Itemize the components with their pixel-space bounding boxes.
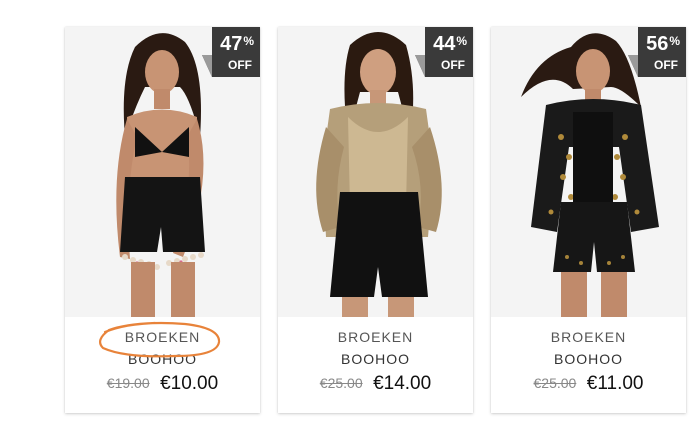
- price-row: €25.00 €14.00: [278, 372, 473, 396]
- product-image[interactable]: 44% OFF: [278, 27, 473, 317]
- price-row: €25.00 €11.00: [491, 372, 686, 396]
- product-category[interactable]: BROEKEN: [491, 329, 686, 345]
- old-price: €25.00: [533, 375, 577, 391]
- product-info: BROEKEN BOOHOO €25.00 €14.00: [278, 317, 473, 396]
- discount-percent: 47%: [220, 33, 254, 55]
- product-category[interactable]: BROEKEN: [65, 329, 260, 345]
- old-price: €19.00: [106, 375, 150, 391]
- new-price: €10.00: [160, 373, 219, 394]
- product-image[interactable]: 47% OFF: [65, 27, 260, 317]
- product-card[interactable]: 44% OFF BROEKEN BOOHOO €25.00 €14.00: [278, 27, 473, 413]
- product-image[interactable]: 56% OFF: [491, 27, 686, 317]
- product-card[interactable]: 56% OFF BROEKEN BOOHOO €25.00 €11.00: [491, 27, 686, 413]
- discount-off-label: OFF: [228, 58, 252, 72]
- new-price: €11.00: [586, 373, 644, 394]
- discount-badge: 47% OFF: [202, 27, 260, 77]
- old-price: €25.00: [319, 375, 363, 391]
- price-row: €19.00 €10.00: [65, 372, 260, 396]
- product-card[interactable]: 47% OFF BROEKEN BOOHOO €19.00 €10.00: [65, 27, 260, 413]
- product-category[interactable]: BROEKEN: [278, 329, 473, 345]
- discount-off-label: OFF: [441, 58, 465, 72]
- discount-badge: 44% OFF: [415, 27, 473, 77]
- discount-percent: 56%: [646, 33, 680, 55]
- new-price: €14.00: [373, 373, 432, 394]
- product-info: BROEKEN BOOHOO €19.00 €10.00: [65, 317, 260, 396]
- discount-percent: 44%: [433, 33, 467, 55]
- discount-badge: 56% OFF: [628, 27, 686, 77]
- product-brand[interactable]: BOOHOO: [278, 351, 473, 367]
- product-brand[interactable]: BOOHOO: [491, 351, 686, 367]
- product-brand[interactable]: BOOHOO: [65, 351, 260, 367]
- discount-off-label: OFF: [654, 58, 678, 72]
- product-info: BROEKEN BOOHOO €25.00 €11.00: [491, 317, 686, 396]
